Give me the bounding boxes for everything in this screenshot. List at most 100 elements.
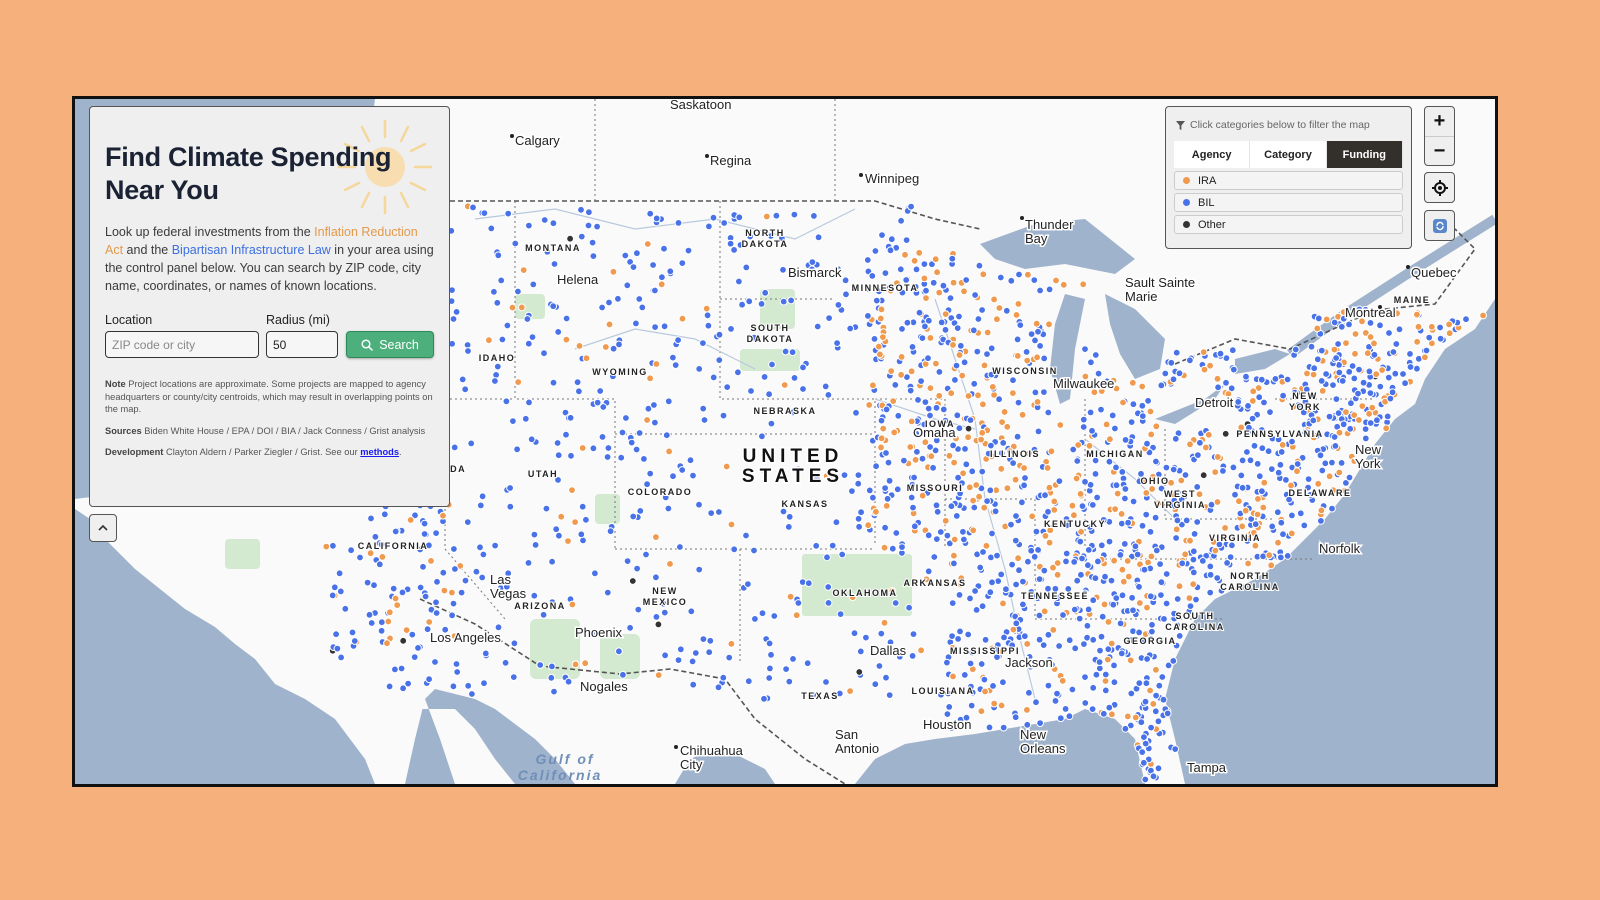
project-point[interactable] [491,541,500,550]
project-point[interactable] [1112,463,1120,472]
project-point[interactable] [980,675,989,684]
project-point[interactable] [1296,509,1305,518]
project-point[interactable] [618,428,627,437]
project-point[interactable] [745,297,754,306]
project-point[interactable] [1195,490,1204,499]
project-point[interactable] [1255,472,1264,481]
project-point[interactable] [760,694,768,703]
project-point[interactable] [665,447,673,456]
project-point[interactable] [640,455,648,463]
project-point[interactable] [1146,527,1155,536]
project-point[interactable] [391,594,400,603]
project-point[interactable] [1061,705,1070,713]
project-point[interactable] [977,660,986,668]
project-point[interactable] [962,276,971,284]
project-point[interactable] [1304,475,1313,484]
project-point[interactable] [1274,538,1282,547]
project-point[interactable] [502,397,511,406]
project-point[interactable] [876,314,885,323]
project-point[interactable] [1129,400,1138,409]
project-point[interactable] [636,507,645,515]
project-point[interactable] [577,232,586,241]
project-point[interactable] [1094,557,1102,566]
project-point[interactable] [814,233,823,242]
project-point[interactable] [1031,388,1040,397]
project-point[interactable] [513,445,522,454]
project-point[interactable] [1072,474,1081,483]
project-point[interactable] [472,567,481,576]
project-point[interactable] [875,662,884,670]
project-point[interactable] [1421,353,1429,362]
project-point[interactable] [926,411,934,420]
project-point[interactable] [1089,635,1098,644]
project-point[interactable] [1123,557,1132,565]
project-point[interactable] [1337,459,1346,467]
project-point[interactable] [1058,676,1067,685]
project-point[interactable] [1013,335,1022,344]
project-point[interactable] [514,378,523,387]
project-point[interactable] [727,325,735,333]
project-point[interactable] [1034,427,1043,436]
project-point[interactable] [598,303,606,312]
project-point[interactable] [1162,570,1171,578]
project-point[interactable] [854,479,863,488]
project-point[interactable] [885,476,894,485]
project-point[interactable] [356,553,364,562]
project-point[interactable] [550,687,558,696]
project-point[interactable] [920,274,929,283]
project-point[interactable] [1051,697,1060,705]
project-point[interactable] [1009,389,1017,398]
project-point[interactable] [1138,382,1147,391]
project-point[interactable] [901,250,909,259]
project-point[interactable] [498,335,507,344]
project-point[interactable] [1035,575,1044,584]
project-point[interactable] [1009,625,1018,634]
project-point[interactable] [786,592,795,601]
project-point[interactable] [1189,580,1198,589]
project-point[interactable] [467,439,476,448]
project-point[interactable] [1238,483,1247,492]
project-point[interactable] [772,211,781,220]
project-point[interactable] [1204,430,1213,439]
project-point[interactable] [1313,324,1322,333]
project-point[interactable] [813,322,822,331]
project-point[interactable] [1043,464,1052,472]
project-point[interactable] [1291,345,1300,354]
project-point[interactable] [1265,551,1274,560]
project-point[interactable] [789,655,797,663]
project-point[interactable] [1339,420,1348,429]
project-point[interactable] [461,385,470,394]
project-point[interactable] [1189,547,1198,556]
project-point[interactable] [1181,550,1190,559]
project-point[interactable] [650,401,658,409]
project-point[interactable] [1138,748,1147,756]
project-point[interactable] [838,550,847,559]
project-point[interactable] [888,544,897,553]
project-point[interactable] [1040,388,1048,397]
project-point[interactable] [730,246,738,254]
project-point[interactable] [617,453,626,462]
project-point[interactable] [664,504,673,513]
project-point[interactable] [1228,346,1237,355]
project-point[interactable] [1303,369,1311,378]
project-point[interactable] [1231,490,1239,499]
project-point[interactable] [943,658,951,667]
project-point[interactable] [841,276,850,285]
project-point[interactable] [562,314,571,323]
project-point[interactable] [978,467,987,476]
project-point[interactable] [985,723,994,732]
project-point[interactable] [1033,353,1041,362]
project-point[interactable] [1121,436,1130,444]
project-point[interactable] [941,325,950,334]
project-point[interactable] [385,682,394,691]
project-point[interactable] [1045,320,1053,329]
project-point[interactable] [1211,468,1220,477]
project-point[interactable] [734,368,742,377]
project-point[interactable] [1036,286,1044,295]
project-point[interactable] [1133,550,1142,559]
project-point[interactable] [478,573,487,582]
project-point[interactable] [965,483,974,492]
project-point[interactable] [1335,368,1344,377]
project-point[interactable] [1373,416,1381,425]
project-point[interactable] [1036,719,1044,727]
